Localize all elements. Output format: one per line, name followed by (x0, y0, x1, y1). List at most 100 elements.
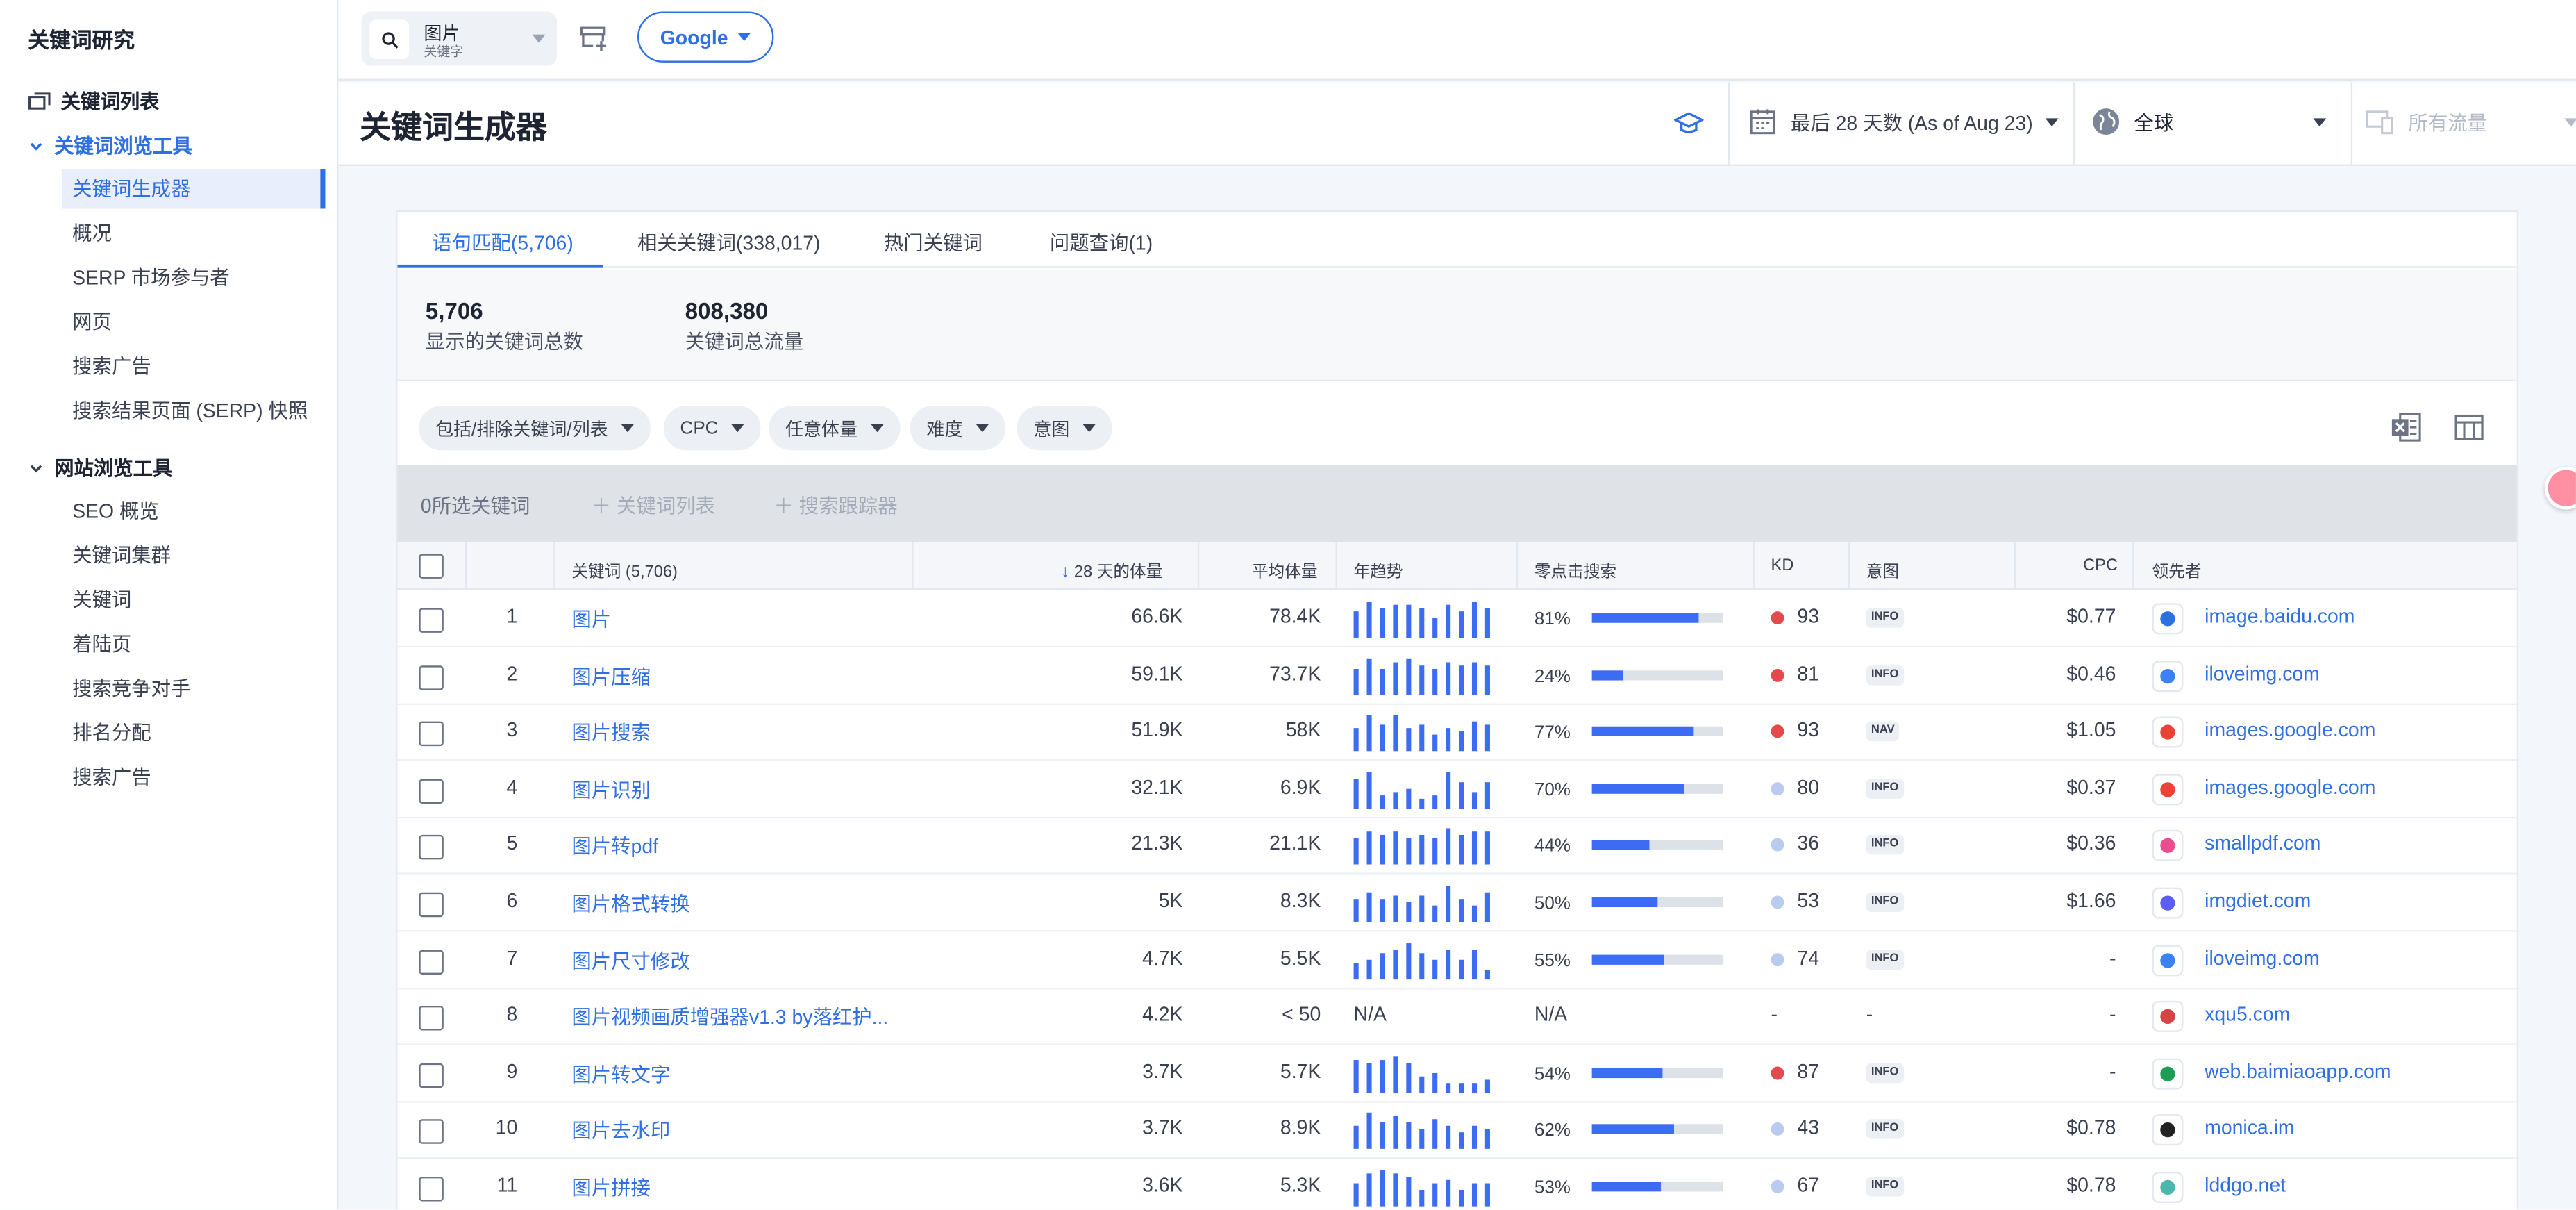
leader-link[interactable]: lddgo.net (2205, 1173, 2286, 1196)
keyword-link[interactable]: 图片压缩 (571, 662, 651, 690)
sidebar-item-serp-snapshot[interactable]: 搜索结果页面 (SERP) 快照 (62, 391, 326, 431)
add-to-list-button[interactable]: ＋ 关键词列表 (592, 491, 715, 519)
table-row[interactable]: 5 图片转pdf 21.3K 21.1K 44% 36 INFO $0.36 smallpdf.… (397, 818, 2517, 875)
chevron-down-icon[interactable] (532, 34, 546, 43)
favicon-mark (2160, 1009, 2175, 1025)
keyword-link[interactable]: 图片尺寸修改 (571, 946, 689, 974)
sidebar-item-keyword-list[interactable]: 关键词列表 (28, 87, 160, 115)
filter-difficulty[interactable]: 难度 (910, 406, 1005, 451)
table-row[interactable]: 4 图片识别 32.1K 6.9K 70% 80 INFO $0.37 images.googl… (397, 761, 2517, 818)
col-volume-28d[interactable]: ↓ 28 天的体量 (1061, 557, 1162, 582)
trend-bar (1419, 1076, 1425, 1093)
table-row[interactable]: 3 图片搜索 51.9K 58K 77% 93 NAV $1.05 images.google.… (397, 704, 2517, 761)
graduation-cap-icon[interactable] (1673, 108, 1704, 138)
tab-related-keywords[interactable]: 相关关键词(338,017) (637, 229, 821, 256)
row-checkbox[interactable] (419, 892, 444, 918)
table-row[interactable]: 8 图片视频画质增强器v1.3 by落红护... 4.2K < 50 N/A N/A - - -… (397, 988, 2517, 1046)
table-row[interactable]: 9 图片转文字 3.7K 5.7K 54% 87 INFO - web.baimiaoapp.c… (397, 1045, 2517, 1103)
col-cpc[interactable]: CPC (2083, 557, 2118, 575)
add-to-list-label: 关键词列表 (617, 495, 716, 518)
row-checkbox[interactable] (419, 722, 444, 747)
leader-link[interactable]: iloveimg.com (2205, 662, 2320, 685)
keyword-link[interactable]: 图片转文字 (571, 1060, 670, 1088)
add-to-tracker-button[interactable]: ＋ 搜索跟踪器 (773, 491, 897, 519)
region-select[interactable]: 全球 (2091, 107, 2173, 137)
sidebar-item-keyword-clusters[interactable]: 关键词集群 (62, 536, 326, 575)
row-checkbox[interactable] (419, 1120, 444, 1145)
table-row[interactable]: 2 图片压缩 59.1K 73.7K 24% 81 INFO $0.46 iloveimg.co… (397, 647, 2517, 705)
table-row[interactable]: 1 图片 66.6K 78.4K 81% 93 INFO $0.77 image.baidu.c… (397, 590, 2517, 648)
row-checkbox[interactable] (419, 608, 444, 633)
leader-link[interactable]: iloveimg.com (2205, 946, 2320, 969)
sidebar-item-webpages[interactable]: 网页 (62, 302, 326, 342)
tab-popular-keywords[interactable]: 热门关键词 (884, 229, 982, 256)
col-intent[interactable]: 意图 (1866, 557, 1899, 582)
col-zero-click[interactable]: 零点击搜索 (1534, 557, 1616, 582)
sidebar-item-keyword-generator[interactable]: 关键词生成器 (62, 169, 326, 209)
leader-link[interactable]: xqu5.com (2205, 1003, 2290, 1026)
sidebar-item-search-ads[interactable]: 搜索广告 (62, 347, 326, 386)
col-kd[interactable]: KD (1771, 557, 1794, 575)
select-all-checkbox[interactable] (419, 554, 444, 579)
keyword-link[interactable]: 图片去水印 (571, 1116, 670, 1144)
table-row[interactable]: 7 图片尺寸修改 4.7K 5.5K 55% 74 INFO - iloveimg.com (397, 931, 2517, 989)
col-trend[interactable]: 年趋势 (1354, 557, 1403, 582)
filter-include-exclude[interactable]: 包括/排除关键词/列表 (419, 406, 651, 451)
row-checkbox[interactable] (419, 1006, 444, 1031)
keyword-link[interactable]: 图片格式转换 (571, 889, 689, 917)
row-checkbox[interactable] (419, 835, 444, 861)
row-checkbox[interactable] (419, 1177, 444, 1202)
keyword-link[interactable]: 图片视频画质增强器v1.3 by落红护... (571, 1003, 888, 1031)
row-checkbox[interactable] (419, 1063, 444, 1088)
sidebar-item-rank-distribution[interactable]: 排名分配 (62, 713, 326, 753)
chevron-down-icon[interactable] (2313, 118, 2327, 127)
tab-questions[interactable]: 问题查询(1) (1050, 229, 1153, 256)
row-checkbox[interactable] (419, 949, 444, 975)
sidebar-item-overview[interactable]: 概况 (62, 214, 326, 254)
keyword-link[interactable]: 图片转pdf (571, 832, 658, 860)
keyword-link[interactable]: 图片 (571, 605, 611, 633)
traffic-select[interactable]: 所有流量 (2366, 107, 2487, 137)
leader-link[interactable]: image.baidu.com (2205, 605, 2355, 628)
keyword-search-box[interactable]: 图片 关键字 (361, 11, 558, 66)
row-checkbox[interactable] (419, 665, 444, 690)
table-row[interactable]: 11 图片拼接 3.6K 5.3K 53% 67 INFO $0.78 lddgo.net (398, 1159, 2517, 1209)
search-button[interactable] (369, 19, 410, 60)
sidebar-item-search-competitors[interactable]: 搜索竞争对手 (62, 669, 326, 708)
extension-icon[interactable] (576, 22, 609, 54)
sidebar-item-serp-players[interactable]: SERP 市场参与者 (62, 258, 326, 297)
leader-link[interactable]: images.google.com (2205, 718, 2375, 741)
trend-bar (1406, 728, 1412, 752)
sidebar-section-keyword-tools[interactable]: 关键词浏览工具 (28, 131, 192, 159)
sidebar-item-keywords[interactable]: 关键词 (62, 580, 326, 620)
search-engine-select[interactable]: Google (637, 11, 774, 63)
sidebar-item-seo-overview[interactable]: SEO 概览 (62, 491, 326, 531)
row-checkbox[interactable] (419, 779, 444, 804)
col-keyword[interactable]: 关键词 (5,706) (571, 557, 678, 582)
sidebar-item-landing-pages[interactable]: 着陆页 (62, 624, 326, 664)
keyword-link[interactable]: 图片搜索 (571, 718, 651, 746)
leader-link[interactable]: images.google.com (2205, 775, 2375, 798)
col-leader[interactable]: 领先者 (2152, 557, 2201, 582)
table-row[interactable]: 6 图片格式转换 5K 8.3K 50% 53 INFO $1.66 imgdiet.com (397, 875, 2517, 932)
keyword-link[interactable]: 图片拼接 (571, 1173, 651, 1201)
floating-assistant-icon[interactable] (2544, 466, 2576, 510)
keyword-link[interactable]: 图片识别 (571, 775, 651, 803)
sidebar-section-site-tools[interactable]: 网站浏览工具 (28, 454, 172, 481)
date-range-select[interactable]: 最后 28 天数 (As of Aug 23) (1748, 107, 2059, 137)
zero-click-bar (1591, 840, 1723, 851)
tab-phrase-match[interactable]: 语句匹配(5,706) (432, 229, 574, 256)
columns-icon[interactable] (2452, 411, 2485, 444)
leader-link[interactable]: monica.im (2205, 1116, 2294, 1139)
excel-export-icon[interactable] (2391, 411, 2423, 444)
sidebar-item-site-search-ads[interactable]: 搜索广告 (62, 758, 326, 797)
col-avg-volume[interactable]: 平均体量 (1252, 557, 1318, 582)
table-row[interactable]: 10 图片去水印 3.7K 8.9K 62% 43 INFO $0.78 monica.im (397, 1102, 2517, 1159)
filter-intent[interactable]: 意图 (1017, 406, 1112, 451)
leader-link[interactable]: imgdiet.com (2205, 889, 2311, 912)
chevron-down-icon[interactable] (2564, 118, 2576, 127)
leader-link[interactable]: smallpdf.com (2205, 832, 2320, 855)
filter-volume[interactable]: 任意体量 (769, 406, 901, 451)
filter-cpc[interactable]: CPC (663, 406, 762, 451)
leader-link[interactable]: web.baimiaoapp.com (2205, 1060, 2391, 1083)
